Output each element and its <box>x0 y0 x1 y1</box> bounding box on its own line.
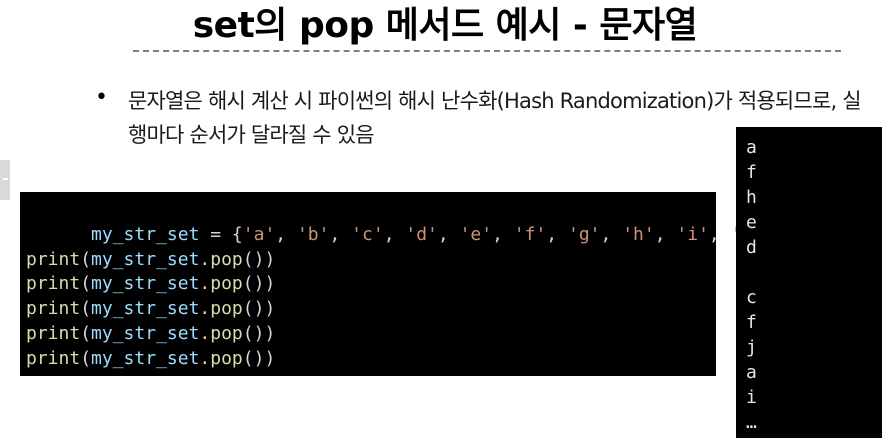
code-paren: ( <box>80 322 92 344</box>
code-separator: , <box>546 223 568 245</box>
code-paren: ()) <box>242 248 276 270</box>
code-print-line: print(my_str_set.pop()) <box>26 297 710 322</box>
code-paren: ( <box>80 298 92 320</box>
code-string-literal: 'b' <box>296 223 330 245</box>
code-paren: ()) <box>242 322 276 344</box>
code-string-literal: 'e' <box>459 223 493 245</box>
output-line: … <box>746 412 757 433</box>
code-paren: ()) <box>242 273 276 295</box>
code-variable: my_str_set <box>91 347 200 369</box>
code-function: print <box>26 322 81 344</box>
code-method: .pop <box>199 248 243 270</box>
code-print-line: print(my_str_set.pop()) <box>26 347 710 372</box>
side-tab-marker <box>0 160 10 200</box>
minus-icon <box>3 178 8 180</box>
code-print-line: print(my_str_set.pop()) <box>26 272 710 297</box>
code-method: .pop <box>199 273 243 295</box>
code-set-items: 'a', 'b', 'c', 'd', 'e', 'f', 'g', 'h', … <box>243 224 763 245</box>
code-paren: ( <box>80 347 92 369</box>
code-separator: , <box>329 223 352 245</box>
output-line: h <box>746 187 757 208</box>
code-string-literal: 'a' <box>242 223 276 245</box>
code-function: print <box>26 347 81 369</box>
code-separator: , <box>708 223 731 245</box>
code-variable: my_str_set <box>91 298 200 320</box>
code-separator: , <box>383 223 406 245</box>
output-line: a <box>746 362 757 383</box>
code-variable: my_str_set <box>91 273 200 295</box>
output-line: j <box>746 337 757 358</box>
title-divider <box>133 50 841 52</box>
code-separator: , <box>600 223 623 245</box>
code-print-lines: print(my_str_set.pop()) print(my_str_set.… <box>26 248 710 372</box>
slide-title: set의 pop 메서드 예시 - 문자열 <box>192 5 698 46</box>
code-separator: , <box>437 223 460 245</box>
output-line: f <box>746 312 757 333</box>
code-string-literal: 'd' <box>405 223 438 245</box>
output-line: e <box>746 212 757 233</box>
code-paren: ( <box>80 248 92 270</box>
code-method: .pop <box>199 298 243 320</box>
code-variable: my_str_set <box>91 248 200 270</box>
code-line-set-definition: my_str_set = {'a', 'b', 'c', 'd', 'e', '… <box>26 198 774 245</box>
code-method: .pop <box>199 322 243 344</box>
code-function: print <box>26 248 81 270</box>
code-paren: ( <box>80 273 92 295</box>
code-print-line: print(my_str_set.pop()) <box>26 322 710 347</box>
code-paren: ()) <box>242 298 276 320</box>
code-string-literal: 'i' <box>676 223 709 245</box>
output-lines: a f h e d c f j a i… <box>746 135 872 435</box>
output-line: d <box>746 237 757 258</box>
output-line: c <box>746 287 757 308</box>
code-assign: = { <box>199 223 243 245</box>
code-function: print <box>26 298 81 320</box>
output-line: f <box>746 162 757 183</box>
output-panel: a f h e d c f j a i… <box>736 127 882 438</box>
output-line: a <box>746 137 757 158</box>
code-separator: , <box>492 223 514 245</box>
code-string-literal: 'c' <box>351 223 384 245</box>
bullet-symbol: • <box>95 85 108 110</box>
code-separator: , <box>654 223 677 245</box>
code-block: my_str_set = {'a', 'b', 'c', 'd', 'e', '… <box>20 192 774 376</box>
code-function: print <box>26 273 81 295</box>
code-method: .pop <box>199 347 243 369</box>
code-string-literal: 'f' <box>513 223 547 245</box>
code-string-literal: 'g' <box>567 223 601 245</box>
code-variable: my_str_set <box>91 322 200 344</box>
code-string-literal: 'h' <box>622 223 655 245</box>
code-print-line: print(my_str_set.pop()) <box>26 248 710 273</box>
output-line: i <box>746 387 757 408</box>
code-separator: , <box>275 223 297 245</box>
code-paren: ()) <box>242 347 276 369</box>
code-variable: my_str_set <box>91 223 200 245</box>
